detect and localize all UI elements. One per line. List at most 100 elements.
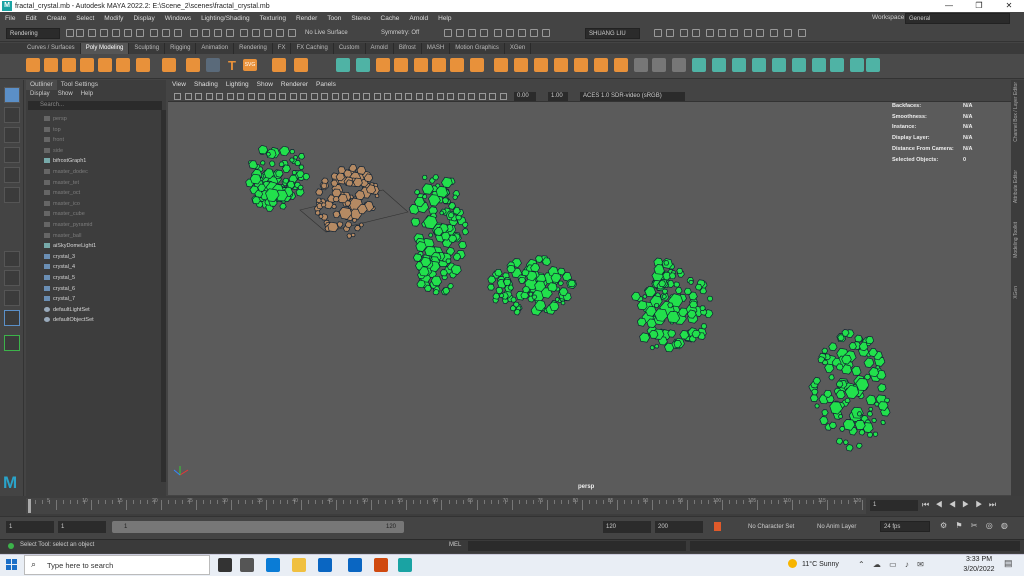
outliner-item[interactable]: crystal_3 — [44, 252, 75, 262]
statusline-tool-icon[interactable] — [174, 29, 182, 37]
gamma-field[interactable]: 1.00 — [548, 92, 568, 101]
viewport-tool-icon[interactable] — [321, 93, 328, 100]
menu-select[interactable]: Select — [71, 15, 99, 22]
shelf-tab-rendering[interactable]: Rendering — [234, 43, 273, 54]
statusline-tool-icon[interactable] — [468, 29, 476, 37]
viewport-tool-icon[interactable] — [436, 93, 444, 100]
viewport-tool-icon[interactable] — [247, 93, 255, 100]
statusline-tool-icon[interactable] — [730, 29, 738, 37]
menu-edit[interactable]: Edit — [20, 15, 41, 22]
outliner-item[interactable]: aiSkyDomeLight1 — [44, 241, 96, 251]
viewport-scene[interactable] — [168, 102, 1011, 495]
character-set-label[interactable]: No Character Set — [748, 524, 794, 530]
outliner-search-input[interactable]: Search... — [28, 101, 162, 110]
taskbar-app-icon[interactable] — [374, 558, 388, 572]
shelf-tab-rigging[interactable]: Rigging — [165, 43, 197, 54]
maximize-button[interactable]: ❐ — [964, 0, 994, 12]
clock-date[interactable]: 3/20/2022 — [962, 566, 996, 573]
move-tool-icon[interactable] — [4, 147, 20, 163]
shelf-tool-icon[interactable] — [336, 58, 350, 72]
statusline-tool-icon[interactable] — [162, 29, 170, 37]
menu-create[interactable]: Create — [42, 15, 72, 22]
statusline-tool-icon[interactable] — [542, 29, 550, 37]
exposure-field[interactable]: 0.00 — [514, 92, 536, 101]
shelf-tool-icon[interactable] — [850, 58, 864, 72]
mel-label[interactable]: MEL — [449, 542, 461, 548]
user-account[interactable]: SHUANG LIU — [585, 28, 640, 39]
outliner-item[interactable]: master_pyramid — [44, 220, 92, 230]
statusline-tool-icon[interactable] — [480, 29, 488, 37]
statusline-tool-icon[interactable] — [124, 29, 132, 37]
viewport-tool-icon[interactable] — [184, 93, 192, 100]
taskbar-app-icon[interactable] — [348, 558, 362, 572]
right-tab[interactable]: Modeling Toolkit — [1013, 222, 1019, 258]
workspace-dropdown[interactable]: General — [905, 13, 1010, 24]
viewport-tool-icon[interactable] — [174, 93, 181, 100]
right-tab[interactable]: Channel Box / Layer Editor — [1013, 82, 1019, 142]
start-frame-field[interactable]: 1 — [6, 521, 54, 533]
statusline-tool-icon[interactable] — [706, 29, 714, 37]
menu-display[interactable]: Display — [128, 15, 159, 22]
statusline-tool-icon[interactable] — [240, 29, 248, 37]
statusline-tool-icon[interactable] — [456, 29, 464, 37]
current-time-marker[interactable] — [28, 499, 31, 513]
viewport-menu-view[interactable]: View — [168, 80, 190, 90]
auto-key-icon[interactable] — [714, 522, 721, 531]
playback-controls[interactable]: ⏮ ◀ ◀ ▶ ▶ ⏭ — [922, 500, 998, 510]
system-tray-icons[interactable]: ⌃ ☁ ▭ ♪ ✉ — [858, 560, 927, 569]
notification-icon[interactable]: ▤ — [1004, 558, 1018, 572]
statusline-tool-icon[interactable] — [88, 29, 96, 37]
menu-arnold[interactable]: Arnold — [404, 15, 433, 22]
shelf-tool-icon[interactable] — [494, 58, 508, 72]
shelf-tab-custom[interactable]: Custom — [334, 43, 366, 54]
shelf-tool-icon[interactable] — [98, 58, 112, 72]
statusline-tool-icon[interactable] — [798, 29, 806, 37]
playback-end-field[interactable]: 120 — [603, 521, 651, 533]
viewport-tool-icon[interactable] — [499, 93, 507, 100]
outliner-tab-1[interactable]: Tool Settings — [57, 80, 102, 90]
outliner-tab-0[interactable]: Outliner — [26, 80, 57, 90]
menu-help[interactable]: Help — [433, 15, 456, 22]
viewport-tool-icon[interactable] — [342, 93, 349, 100]
statusline-tool-icon[interactable] — [666, 29, 674, 37]
weather-text[interactable]: 11°C Sunny — [802, 561, 839, 568]
close-button[interactable]: ✕ — [994, 0, 1024, 12]
range-slider[interactable]: 1 120 — [112, 521, 404, 533]
crystal-cluster[interactable] — [808, 329, 891, 452]
shelf-tool-icon[interactable] — [534, 58, 548, 72]
shelf-tool-icon[interactable] — [80, 58, 94, 72]
taskbar-app-icon[interactable] — [218, 558, 232, 572]
text-tool-icon[interactable]: T — [228, 58, 236, 73]
shelf-tool-icon[interactable] — [394, 58, 408, 72]
shelf-tool-icon[interactable] — [432, 58, 446, 72]
viewport-tool-icon[interactable] — [447, 93, 454, 100]
viewport-tool-icon[interactable] — [289, 93, 297, 100]
shelf-tool-icon[interactable] — [272, 58, 286, 72]
outliner-menu-show[interactable]: Show — [54, 90, 77, 100]
statusline-tool-icon[interactable] — [784, 29, 792, 37]
right-tab[interactable]: XGen — [1013, 286, 1019, 299]
shelf-tool-icon[interactable] — [634, 58, 648, 72]
shelf-tool-icon[interactable] — [116, 58, 130, 72]
statusline-tool-icon[interactable] — [214, 29, 222, 37]
menu-windows[interactable]: Windows — [160, 15, 196, 22]
svg-tool-icon[interactable]: SVG — [243, 59, 257, 71]
shelf-tool-icon[interactable] — [554, 58, 568, 72]
outliner-menu-help[interactable]: Help — [77, 90, 97, 100]
statusline-tool-icon[interactable] — [756, 29, 764, 37]
shelf-tool-icon[interactable] — [514, 58, 528, 72]
outliner-item[interactable]: master_dodec — [44, 167, 88, 177]
outliner-item[interactable]: top — [44, 125, 61, 135]
taskbar-search-input[interactable]: ⌕ Type here to search — [24, 555, 210, 575]
select-tool-icon[interactable] — [4, 87, 20, 103]
shelf-tool-icon[interactable] — [712, 58, 726, 72]
viewport-tool-icon[interactable] — [478, 93, 486, 100]
live-surface-label[interactable]: No Live Surface — [302, 28, 360, 39]
viewport-tool-icon[interactable] — [457, 93, 465, 100]
statusline-tool-icon[interactable] — [744, 29, 752, 37]
outliner-item[interactable]: defaultLightSet — [44, 305, 90, 315]
shelf-tool-icon[interactable] — [136, 58, 150, 72]
anim-layer-label[interactable]: No Anim Layer — [817, 524, 856, 530]
menu-file[interactable]: File — [0, 15, 20, 22]
shelf-tool-icon[interactable] — [574, 58, 588, 72]
